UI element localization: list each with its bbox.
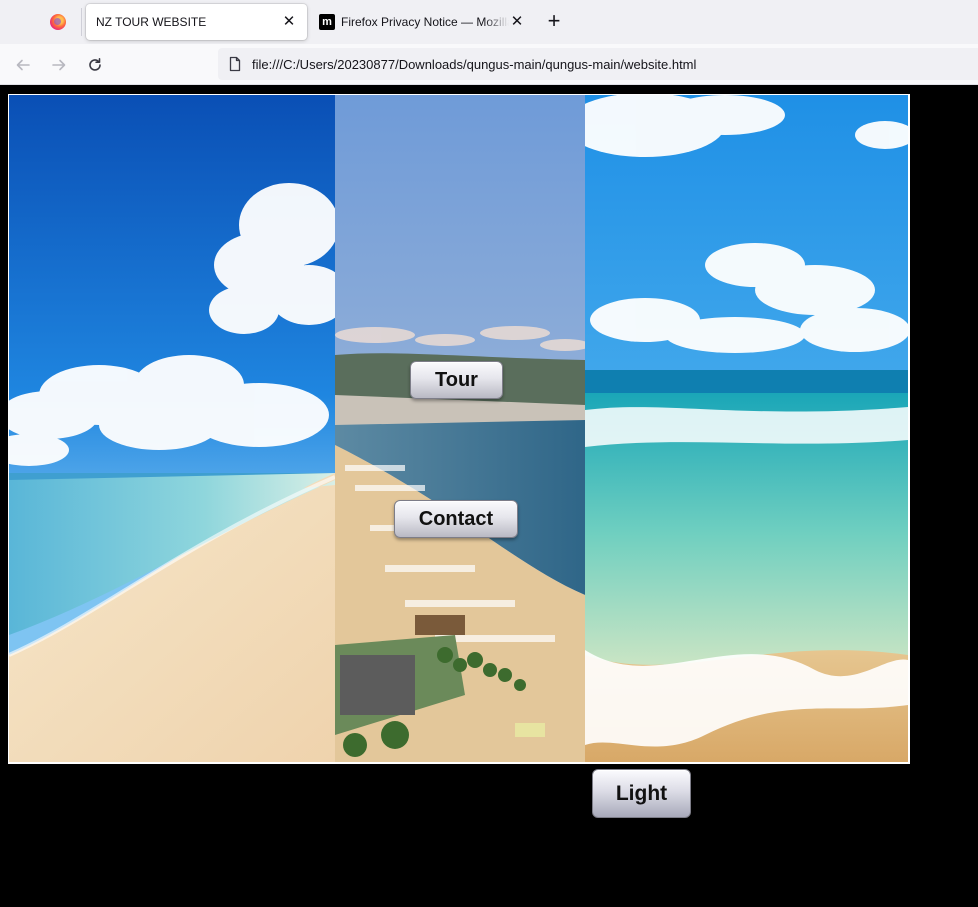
firefox-icon[interactable] (50, 14, 66, 30)
back-icon[interactable] (11, 53, 35, 77)
light-mode-button[interactable]: Light (592, 769, 691, 818)
mozilla-icon: m (319, 14, 335, 30)
tab-firefox-privacy[interactable]: m Firefox Privacy Notice — Mozilla ✕ (311, 4, 535, 40)
tour-button[interactable]: Tour (410, 361, 503, 399)
reload-icon[interactable] (83, 53, 107, 77)
contact-button[interactable]: Contact (394, 500, 518, 538)
forward-icon[interactable] (47, 53, 71, 77)
close-icon[interactable]: ✕ (281, 14, 297, 30)
surf-right-image (585, 95, 908, 762)
beach-left-image (9, 95, 335, 762)
url-text: file:///C:/Users/20230877/Downloads/qung… (252, 56, 697, 72)
resort-coast-image (335, 95, 585, 762)
tab-title: Firefox Privacy Notice — Mozilla (341, 15, 509, 29)
tab-title: NZ TOUR WEBSITE (96, 15, 207, 29)
page-icon (229, 56, 241, 72)
tab-nz-tour[interactable]: NZ TOUR WEBSITE ✕ (86, 4, 307, 40)
new-tab-button[interactable]: + (542, 10, 566, 34)
close-icon[interactable]: ✕ (509, 14, 525, 30)
tab-strip: NZ TOUR WEBSITE ✕ m Firefox Privacy Noti… (0, 0, 978, 44)
page-body: Tour Contact Light (0, 85, 978, 907)
navigation-toolbar: file:///C:/Users/20230877/Downloads/qung… (0, 44, 978, 85)
address-bar[interactable]: file:///C:/Users/20230877/Downloads/qung… (218, 48, 978, 80)
tab-separator (81, 8, 82, 36)
hero-image-strip (8, 94, 910, 764)
